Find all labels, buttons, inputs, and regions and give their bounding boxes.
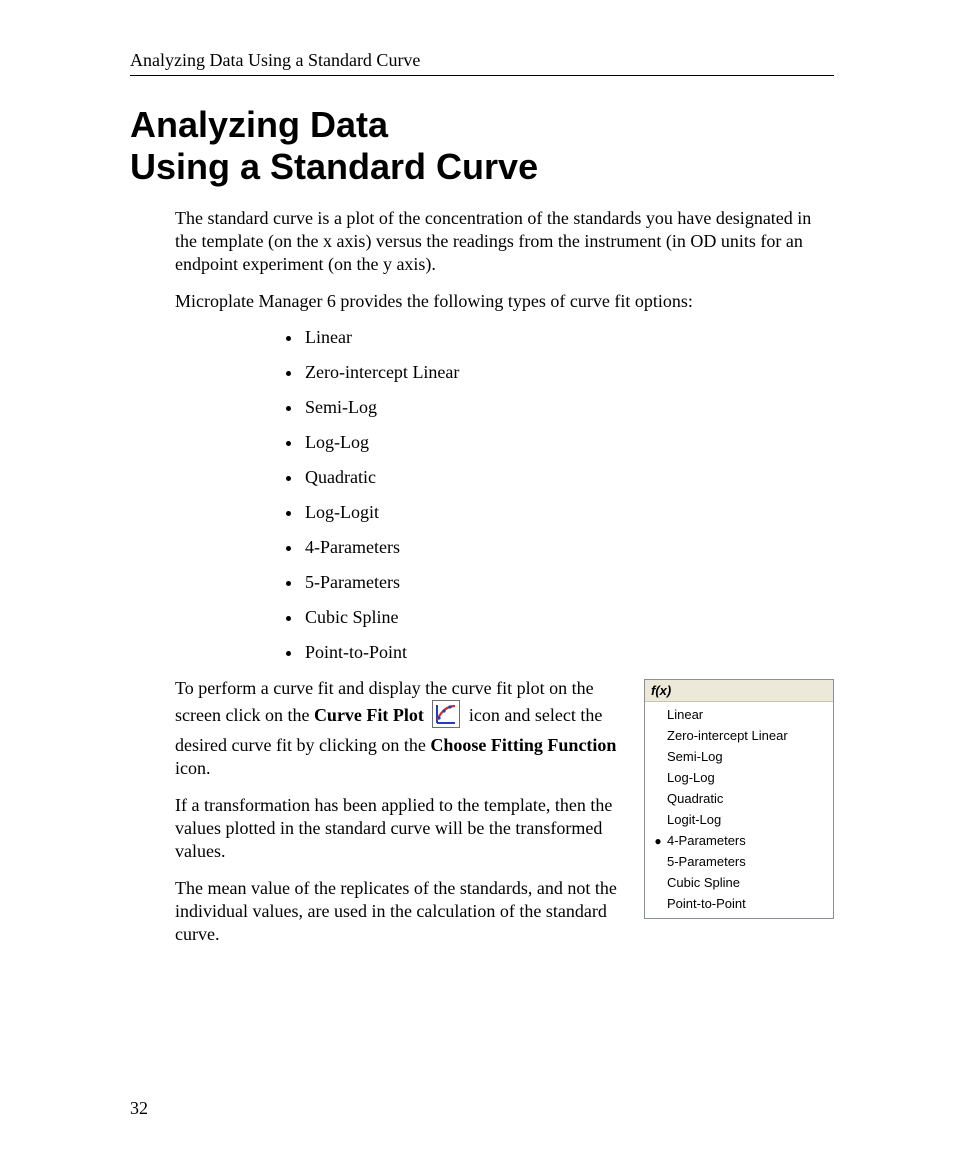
menu-title: f(x): [645, 680, 833, 702]
curve-fit-plot-label: Curve Fit Plot: [314, 705, 424, 725]
list-item: Zero-intercept Linear: [303, 362, 834, 383]
menu-item-linear[interactable]: Linear: [645, 704, 833, 725]
list-item: Point-to-Point: [303, 642, 834, 663]
menu-item-5-parameters[interactable]: 5-Parameters: [645, 851, 833, 872]
perform-text-e: icon.: [175, 758, 211, 778]
page-title: Analyzing Data Using a Standard Curve: [130, 104, 834, 189]
menu-item-label: Linear: [665, 707, 703, 722]
menu-item-label: Log-Log: [665, 770, 715, 785]
list-item: 4-Parameters: [303, 537, 834, 558]
intro-paragraph: The standard curve is a plot of the conc…: [175, 207, 834, 276]
choose-fitting-function-label: Choose Fitting Function: [430, 735, 616, 755]
menu-item-label: Logit-Log: [665, 812, 721, 827]
menu-item-label: Point-to-Point: [665, 896, 746, 911]
menu-item-cubic-spline[interactable]: Cubic Spline: [645, 872, 833, 893]
menu-item-4-parameters[interactable]: ●4-Parameters: [645, 830, 833, 851]
mean-paragraph: The mean value of the replicates of the …: [175, 877, 624, 946]
menu-item-zero-intercept[interactable]: Zero-intercept Linear: [645, 725, 833, 746]
list-item: Quadratic: [303, 467, 834, 488]
curve-fit-plot-icon: [432, 700, 460, 734]
menu-item-label: Semi-Log: [665, 749, 723, 764]
selected-bullet-icon: ●: [651, 834, 665, 848]
menu-item-label: 5-Parameters: [665, 854, 746, 869]
title-line-2: Using a Standard Curve: [130, 146, 538, 187]
fit-options-list: Linear Zero-intercept Linear Semi-Log Lo…: [175, 327, 834, 663]
list-item: Cubic Spline: [303, 607, 834, 628]
transform-paragraph: If a transformation has been applied to …: [175, 794, 624, 863]
running-head: Analyzing Data Using a Standard Curve: [130, 50, 834, 76]
list-item: Log-Log: [303, 432, 834, 453]
menu-item-label: Zero-intercept Linear: [665, 728, 788, 743]
menu-item-label: Quadratic: [665, 791, 723, 806]
menu-items: Linear Zero-intercept Linear Semi-Log Lo…: [645, 702, 833, 918]
list-item: Linear: [303, 327, 834, 348]
page-number: 32: [130, 1098, 148, 1119]
menu-item-label: 4-Parameters: [665, 833, 746, 848]
menu-item-semi-log[interactable]: Semi-Log: [645, 746, 833, 767]
menu-item-logit-log[interactable]: Logit-Log: [645, 809, 833, 830]
list-item: 5-Parameters: [303, 572, 834, 593]
menu-item-log-log[interactable]: Log-Log: [645, 767, 833, 788]
provides-paragraph: Microplate Manager 6 provides the follow…: [175, 290, 834, 313]
title-line-1: Analyzing Data: [130, 104, 388, 145]
menu-item-point-to-point[interactable]: Point-to-Point: [645, 893, 833, 914]
fitting-function-menu[interactable]: f(x) Linear Zero-intercept Linear Semi-L…: [644, 679, 834, 919]
list-item: Semi-Log: [303, 397, 834, 418]
perform-paragraph: To perform a curve fit and display the c…: [175, 677, 624, 780]
menu-item-label: Cubic Spline: [665, 875, 740, 890]
list-item: Log-Logit: [303, 502, 834, 523]
menu-item-quadratic[interactable]: Quadratic: [645, 788, 833, 809]
